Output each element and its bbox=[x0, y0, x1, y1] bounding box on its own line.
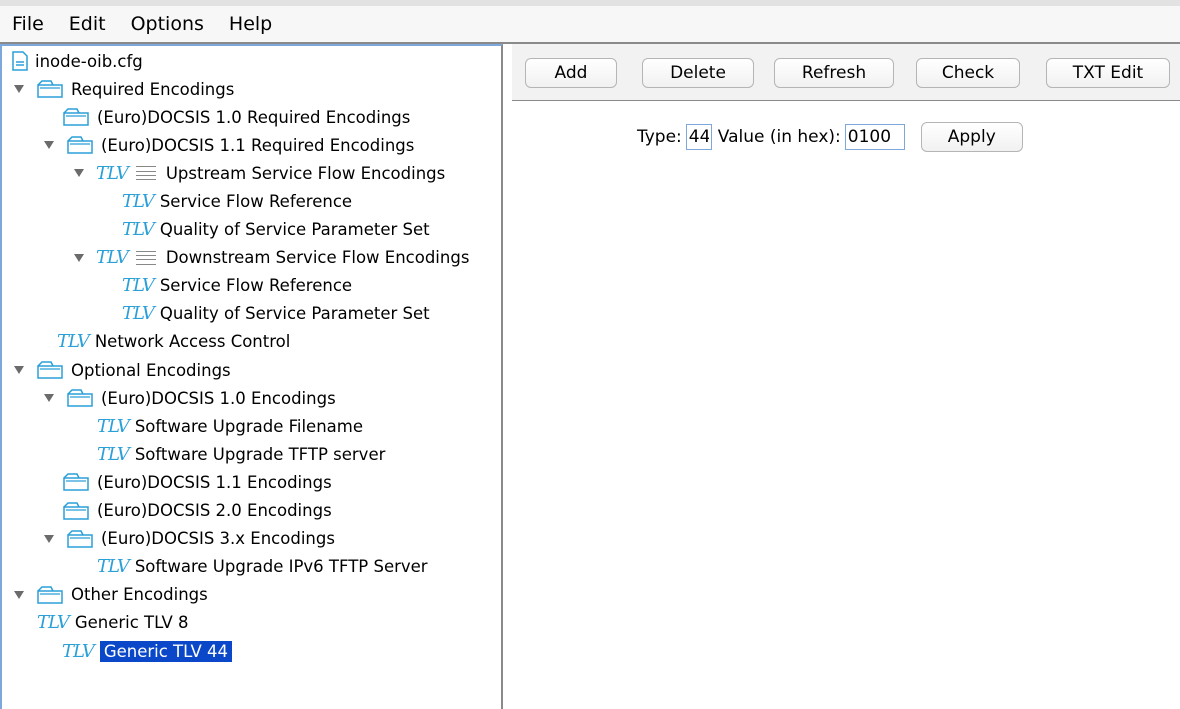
tlv-icon: TLV bbox=[37, 612, 70, 634]
tlv-icon: TLV bbox=[57, 331, 90, 353]
tree-node-label: Software Upgrade TFTP server bbox=[134, 444, 386, 464]
menu-edit[interactable]: Edit bbox=[69, 13, 106, 35]
type-label: Type: bbox=[637, 127, 682, 147]
tree-node[interactable]: TLV Quality of Service Parameter Set bbox=[122, 217, 430, 243]
tree-node-label: (Euro)DOCSIS 1.0 Encodings bbox=[101, 388, 336, 408]
tlv-icon: TLV bbox=[97, 443, 130, 465]
add-button[interactable]: Add bbox=[525, 58, 617, 88]
tree-node-label: Generic TLV 8 bbox=[74, 613, 189, 633]
tlv-icon: TLV bbox=[97, 415, 130, 437]
tree-node[interactable]: (Euro)DOCSIS 1.0 Encodings bbox=[42, 385, 336, 411]
folder-icon bbox=[62, 501, 90, 520]
folder-icon bbox=[66, 136, 94, 154]
tree-node-label: Downstream Service Flow Encodings bbox=[165, 248, 470, 268]
tlv-list-icon: TLV bbox=[96, 162, 129, 184]
expand-toggle-icon[interactable] bbox=[42, 532, 56, 546]
menu-help[interactable]: Help bbox=[229, 13, 272, 35]
tree-node-label: Software Upgrade Filename bbox=[134, 416, 364, 436]
tlv-icon: TLV bbox=[122, 219, 155, 240]
folder-icon bbox=[36, 586, 64, 604]
tree-node-label: inode-oib.cfg bbox=[35, 51, 143, 71]
tree-node-label: Software Upgrade IPv6 TFTP Server bbox=[134, 557, 428, 577]
tree-node-label: Other Encodings bbox=[71, 585, 208, 605]
tree-node-label: Service Flow Reference bbox=[159, 191, 353, 211]
tree-node-label: Required Encodings bbox=[71, 79, 235, 99]
expand-toggle-icon[interactable] bbox=[72, 166, 86, 180]
menu-options[interactable]: Options bbox=[131, 13, 204, 35]
tree-node[interactable]: TLV Network Access Control bbox=[57, 329, 290, 355]
folder-icon bbox=[36, 80, 64, 98]
menu-file[interactable]: File bbox=[12, 13, 44, 35]
tree-node[interactable]: TLV Software Upgrade IPv6 TFTP Server bbox=[97, 554, 428, 580]
expand-toggle-icon[interactable] bbox=[72, 251, 86, 265]
document-icon bbox=[12, 51, 28, 71]
tree-node-label: Service Flow Reference bbox=[159, 276, 353, 296]
apply-button[interactable]: Apply bbox=[920, 122, 1023, 152]
tlv-editor-form: Type: Value (in hex): Apply bbox=[637, 122, 1023, 152]
expand-toggle-icon[interactable] bbox=[12, 363, 26, 377]
tree-node-label: Quality of Service Parameter Set bbox=[159, 220, 430, 239]
tree-node[interactable]: Optional Encodings bbox=[12, 357, 231, 383]
tree-node-label: Network Access Control bbox=[94, 332, 291, 352]
delete-button[interactable]: Delete bbox=[642, 58, 754, 88]
menu-bar: File Edit Options Help bbox=[0, 6, 1180, 42]
tree-node[interactable]: TLV Software Upgrade Filename bbox=[97, 413, 363, 439]
tree-node[interactable]: TLV Upstream Service Flow Encodings bbox=[72, 160, 445, 186]
tree-node-label: Generic TLV 44 bbox=[99, 640, 233, 662]
tree-node[interactable]: (Euro)DOCSIS 1.0 Required Encodings bbox=[62, 104, 410, 130]
tlv-icon: TLV bbox=[62, 640, 95, 662]
tree-node[interactable]: TLV Generic TLV 44 bbox=[62, 638, 233, 664]
folder-icon bbox=[66, 389, 94, 407]
tlv-list-icon: TLV bbox=[96, 247, 129, 269]
tree-root-file[interactable]: inode-oib.cfg bbox=[12, 48, 143, 74]
tlv-icon: TLV bbox=[122, 275, 155, 297]
tree-node-label: (Euro)DOCSIS 3.x Encodings bbox=[101, 529, 335, 549]
tree-node[interactable]: (Euro)DOCSIS 1.1 Required Encodings bbox=[42, 132, 414, 158]
tree-node[interactable]: TLV Generic TLV 8 bbox=[37, 610, 189, 636]
folder-icon bbox=[36, 361, 64, 379]
type-field[interactable] bbox=[685, 124, 712, 150]
refresh-button[interactable]: Refresh bbox=[774, 58, 894, 88]
encoding-tree[interactable]: inode-oib.cfg Required Encodings (Euro)DO… bbox=[0, 44, 503, 709]
expand-toggle-icon[interactable] bbox=[12, 588, 26, 602]
tree-node[interactable]: (Euro)DOCSIS 1.1 Encodings bbox=[62, 469, 332, 495]
folder-icon bbox=[62, 473, 90, 492]
tree-node-label: Upstream Service Flow Encodings bbox=[165, 163, 446, 183]
expand-toggle-icon[interactable] bbox=[12, 82, 26, 96]
tlv-icon: TLV bbox=[122, 190, 155, 212]
editor-panel: Add Delete Refresh Check TXT Edit Type: … bbox=[512, 44, 1180, 709]
tlv-icon: TLV bbox=[122, 303, 155, 325]
list-lines-icon bbox=[135, 250, 156, 265]
tree-node[interactable]: TLV Software Upgrade TFTP server bbox=[97, 441, 385, 467]
expand-toggle-icon[interactable] bbox=[42, 138, 56, 152]
folder-icon bbox=[62, 108, 90, 126]
tree-node[interactable]: TLV Quality of Service Parameter Set bbox=[122, 301, 430, 327]
hex-value-field[interactable] bbox=[844, 124, 905, 150]
txt-edit-button[interactable]: TXT Edit bbox=[1046, 58, 1170, 88]
check-button[interactable]: Check bbox=[916, 58, 1020, 88]
tree-node-label: (Euro)DOCSIS 1.0 Required Encodings bbox=[97, 107, 411, 127]
tree-node[interactable]: TLV Service Flow Reference bbox=[122, 188, 352, 214]
expand-toggle-icon[interactable] bbox=[42, 391, 56, 405]
toolbar: Add Delete Refresh Check TXT Edit bbox=[512, 44, 1180, 101]
tree-node-label: (Euro)DOCSIS 2.0 Encodings bbox=[97, 501, 332, 520]
tree-node[interactable]: Required Encodings bbox=[12, 76, 234, 102]
folder-icon bbox=[66, 529, 94, 548]
tree-node[interactable]: (Euro)DOCSIS 2.0 Encodings bbox=[62, 498, 332, 524]
tree-node-label: (Euro)DOCSIS 1.1 Required Encodings bbox=[101, 135, 415, 155]
tree-node[interactable]: TLV Downstream Service Flow Encodings bbox=[72, 245, 469, 271]
tlv-icon: TLV bbox=[97, 556, 130, 578]
list-lines-icon bbox=[135, 166, 156, 181]
tree-node-label: (Euro)DOCSIS 1.1 Encodings bbox=[97, 472, 332, 492]
value-label: Value (in hex): bbox=[717, 127, 841, 147]
tree-node[interactable]: TLV Service Flow Reference bbox=[122, 273, 352, 299]
tree-node-label: Quality of Service Parameter Set bbox=[159, 304, 430, 324]
tree-node[interactable]: (Euro)DOCSIS 3.x Encodings bbox=[42, 526, 335, 552]
tree-node[interactable]: Other Encodings bbox=[12, 582, 208, 608]
tree-node-label: Optional Encodings bbox=[71, 360, 231, 380]
